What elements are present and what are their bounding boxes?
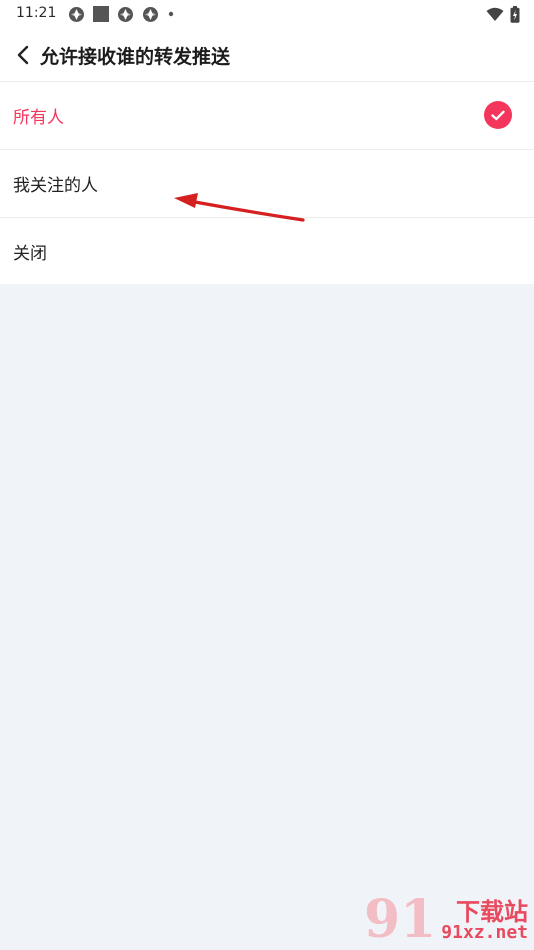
options-list: 所有人 我关注的人 关闭 — [0, 82, 534, 284]
option-everyone[interactable]: 所有人 — [0, 82, 534, 150]
page-title: 允许接收谁的转发推送 — [40, 46, 231, 68]
option-label: 关闭 — [13, 243, 47, 264]
chevron-left-icon — [17, 45, 29, 65]
battery-charging-icon — [510, 5, 520, 23]
option-label: 我关注的人 — [13, 176, 98, 196]
wifi-icon — [486, 7, 504, 21]
top-bar: 允许接收谁的转发推送 — [0, 28, 534, 82]
option-people-i-follow[interactable]: 我关注的人 — [0, 150, 534, 218]
back-button[interactable] — [10, 42, 36, 68]
watermark-domain: 91xz.net — [441, 922, 528, 943]
notification-square-icon — [93, 6, 109, 22]
watermark-number: 91 — [364, 889, 437, 950]
option-off[interactable]: 关闭 — [0, 218, 534, 284]
more-notifications-dot-icon — [168, 11, 174, 17]
notification-icons — [68, 5, 175, 23]
status-time: 11:21 — [16, 5, 57, 21]
status-bar: 11:21 — [0, 0, 534, 28]
notification-app-icon — [143, 6, 158, 22]
notification-app-icon — [118, 6, 133, 22]
system-icons — [486, 5, 520, 23]
option-label: 所有人 — [13, 108, 64, 128]
watermark-logo: 91 下载站 91xz.net — [364, 890, 534, 950]
notification-app-icon — [69, 6, 84, 22]
check-icon — [484, 101, 512, 129]
